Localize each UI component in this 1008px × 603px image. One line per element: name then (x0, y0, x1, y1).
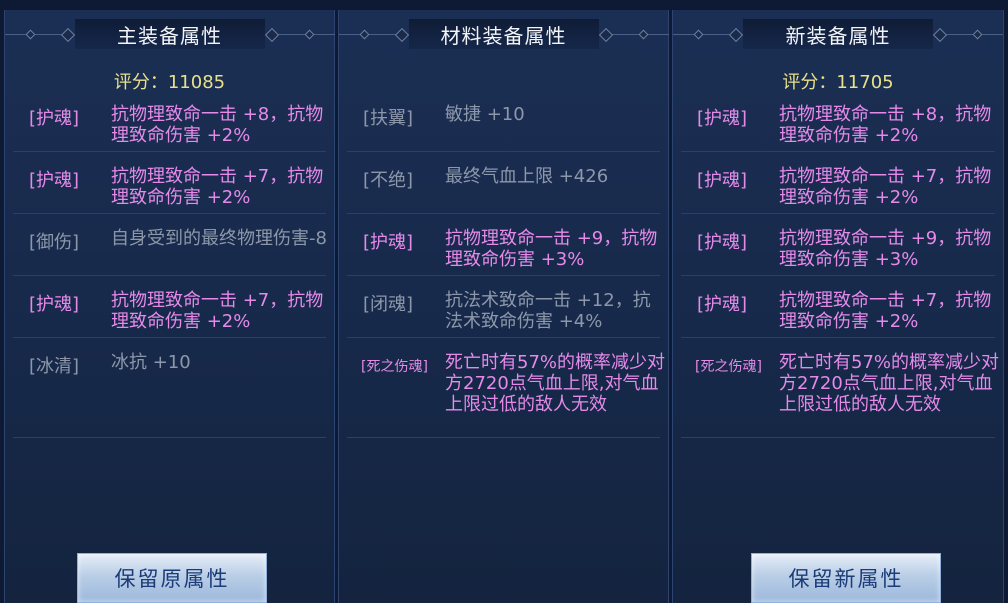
attribute-text: 死亡时有57%的概率减少对方2720点气血上限,对气血上限过低的敌人无效 (445, 352, 666, 415)
attribute-row: [死之伤魂] 死亡时有57%的概率减少对方2720点气血上限,对气血上限过低的敌… (347, 338, 665, 438)
attribute-tag: [冰清] (29, 356, 80, 377)
attribute-tag: [不绝] (363, 170, 414, 191)
ornament-icon (693, 29, 704, 40)
keep-original-attributes-button[interactable]: 保留原属性 (77, 553, 267, 603)
ornament-icon (638, 29, 648, 40)
attribute-tag: [死之伤魂] (695, 359, 762, 375)
ornament-icon (972, 29, 983, 40)
ornament-icon (932, 27, 948, 43)
attribute-row: [不绝] 最终气血上限 +426 (347, 152, 660, 214)
attribute-text: 冰抗 +10 (111, 352, 191, 373)
panel-title: 主装备属性 (117, 23, 222, 48)
material-equipment-panel: 材料装备属性 [扶翼] 敏捷 +10 [不绝] 最终气血上限 +426 [护魂]… (338, 10, 669, 603)
attribute-tag: [死之伤魂] (361, 359, 428, 375)
attribute-text: 抗物理致命一击 +7，抗物理致命伤害 +2% (779, 290, 992, 332)
ornament-icon (25, 29, 35, 40)
attribute-row: [御伤] 自身受到的最终物理伤害-8 (13, 214, 327, 276)
attribute-text: 死亡时有57%的概率减少对方2720点气血上限,对气血上限过低的敌人无效 (779, 352, 1000, 415)
attribute-tag: [扶翼] (363, 108, 414, 129)
panel-title: 新装备属性 (785, 23, 891, 48)
new-equipment-panel: 新装备属性 评分：11705 [护魂] 抗物理致命一击 +8，抗物理致命伤害 +… (672, 10, 1004, 603)
attribute-tag: [护魂] (29, 170, 80, 191)
attribute-row: [死之伤魂] 死亡时有57%的概率减少对方2720点气血上限,对气血上限过低的敌… (681, 338, 999, 438)
attribute-row: [扶翼] 敏捷 +10 (347, 90, 660, 152)
panel-header: 新装备属性 (673, 10, 1003, 58)
attribute-tag: [护魂] (363, 232, 414, 253)
attribute-row: [闭魂] 抗法术致命一击 +12，抗法术致命伤害 +4% (347, 276, 660, 338)
attribute-row: [护魂] 抗物理致命一击 +9，抗物理致命伤害 +3% (347, 214, 660, 276)
attribute-text: 抗物理致命一击 +8，抗物理致命伤害 +2% (111, 104, 324, 146)
panel-header: 材料装备属性 (338, 10, 669, 58)
panel-title: 材料装备属性 (440, 23, 567, 48)
ornament-icon (304, 29, 314, 40)
attribute-row: [护魂] 抗物理致命一击 +7，抗物理致命伤害 +2% (681, 276, 995, 338)
attribute-tag: [护魂] (697, 232, 748, 253)
main-equipment-panel: 主装备属性 评分：11085 [护魂] 抗物理致命一击 +8，抗物理致命伤害 +… (4, 10, 335, 603)
attribute-tag: [护魂] (29, 294, 80, 315)
attribute-tag: [护魂] (29, 108, 80, 129)
ornament-icon (264, 27, 279, 43)
attribute-text: 抗物理致命一击 +8，抗物理致命伤害 +2% (779, 104, 992, 146)
attribute-text: 抗物理致命一击 +7，抗物理致命伤害 +2% (779, 166, 992, 208)
attribute-text: 最终气血上限 +426 (445, 166, 609, 187)
attribute-row: [护魂] 抗物理致命一击 +7，抗物理致命伤害 +2% (681, 152, 995, 214)
attribute-tag: [护魂] (697, 170, 748, 191)
attribute-text: 抗物理致命一击 +7，抗物理致命伤害 +2% (111, 290, 324, 332)
attribute-text: 抗法术致命一击 +12，抗法术致命伤害 +4% (445, 290, 651, 332)
panel-header: 主装备属性 (4, 10, 335, 58)
keep-new-attributes-button[interactable]: 保留新属性 (751, 553, 941, 603)
attribute-row: [冰清] 冰抗 +10 (13, 338, 326, 438)
attribute-tag: [御伤] (29, 232, 80, 253)
attribute-tag: [护魂] (697, 294, 748, 315)
attribute-text: 抗物理致命一击 +9，抗物理致命伤害 +3% (779, 228, 992, 270)
attribute-row: [护魂] 抗物理致命一击 +9，抗物理致命伤害 +3% (681, 214, 995, 276)
attribute-row: [护魂] 抗物理致命一击 +7，抗物理致命伤害 +2% (13, 152, 326, 214)
attribute-text: 敏捷 +10 (445, 104, 525, 125)
attribute-text: 抗物理致命一击 +9，抗物理致命伤害 +3% (445, 228, 658, 270)
ornament-icon (60, 27, 75, 43)
attribute-tag: [闭魂] (363, 294, 414, 315)
ornament-icon (598, 27, 613, 43)
attribute-text: 自身受到的最终物理伤害-8 (111, 228, 327, 249)
ornament-icon (394, 27, 409, 43)
ornament-icon (728, 27, 744, 43)
attribute-row: [护魂] 抗物理致命一击 +8，抗物理致命伤害 +2% (681, 90, 995, 152)
attribute-row: [护魂] 抗物理致命一击 +7，抗物理致命伤害 +2% (13, 276, 326, 338)
ornament-icon (359, 29, 369, 40)
attribute-tag: [护魂] (697, 108, 748, 129)
attribute-row: [护魂] 抗物理致命一击 +8，抗物理致命伤害 +2% (13, 90, 326, 152)
attribute-text: 抗物理致命一击 +7，抗物理致命伤害 +2% (111, 166, 324, 208)
